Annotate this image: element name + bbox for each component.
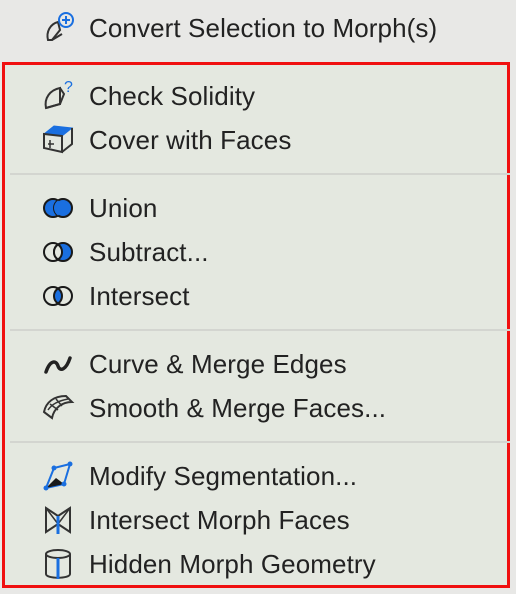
menu-item-curve-merge-edges[interactable]: Curve & Merge Edges [0,344,516,384]
menu-item-label: Curve & Merge Edges [89,349,347,379]
menu-item-label: Intersect Morph Faces [89,505,350,535]
menu-item-label: Modify Segmentation... [89,461,358,491]
cover-faces-icon [40,122,76,158]
menu-item-subtract[interactable]: Subtract... [0,232,516,272]
menu-item-label: Convert Selection to Morph(s) [89,13,438,43]
svg-text:?: ? [64,79,73,96]
context-menu: Convert Selection to Morph(s) ? Check So… [0,0,516,594]
menu-item-cover-with-faces[interactable]: Cover with Faces [0,120,516,160]
menu-item-label: Subtract... [89,237,209,267]
menu-item-label: Union [89,193,158,223]
menu-separator [10,329,510,331]
menu-item-check-solidity[interactable]: ? Check Solidity [0,76,516,116]
smooth-merge-faces-icon [40,390,76,426]
intersect-icon [40,278,76,314]
menu-item-label: Smooth & Merge Faces... [89,393,387,423]
menu-item-label: Hidden Morph Geometry [89,549,376,579]
menu-item-label: Check Solidity [89,81,256,111]
subtract-icon [40,234,76,270]
check-solidity-icon: ? [40,78,76,114]
convert-morph-icon [40,10,76,46]
menu-item-label: Cover with Faces [89,125,292,155]
menu-item-convert-to-morph[interactable]: Convert Selection to Morph(s) [0,8,516,48]
menu-separator [10,441,510,443]
menu-item-intersect-morph-faces[interactable]: Intersect Morph Faces [0,500,516,540]
union-icon [40,190,76,226]
menu-item-hidden-morph-geometry[interactable]: Hidden Morph Geometry [0,544,516,584]
menu-separator [10,173,510,175]
intersect-morph-faces-icon [40,502,76,538]
menu-item-modify-segmentation[interactable]: Modify Segmentation... [0,456,516,496]
menu-item-union[interactable]: Union [0,188,516,228]
menu-item-intersect[interactable]: Intersect [0,276,516,316]
menu-item-label: Intersect [89,281,190,311]
hidden-morph-geometry-icon [40,546,76,582]
menu-item-smooth-merge-faces[interactable]: Smooth & Merge Faces... [0,388,516,428]
modify-segmentation-icon [40,458,76,494]
curve-merge-edges-icon [40,346,76,382]
